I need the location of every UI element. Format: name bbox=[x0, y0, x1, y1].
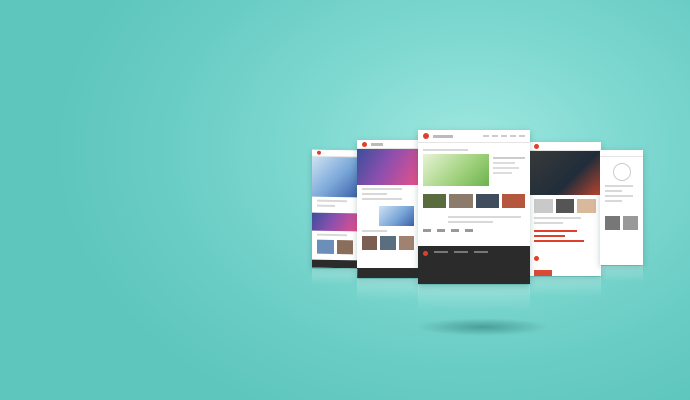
text-line bbox=[534, 222, 563, 224]
page-header bbox=[600, 150, 643, 157]
text-line bbox=[362, 188, 403, 190]
far-right-page-reflection bbox=[600, 266, 643, 282]
text-line bbox=[448, 221, 493, 223]
progress-bars bbox=[534, 230, 596, 242]
thumbnail-row bbox=[423, 194, 525, 208]
text-line bbox=[362, 198, 403, 200]
text-line bbox=[448, 216, 521, 218]
text-line bbox=[317, 199, 347, 203]
thumbnail-row bbox=[534, 199, 597, 213]
hero-image bbox=[423, 154, 489, 186]
footer-logo-icon bbox=[423, 251, 428, 256]
thumbnail-row bbox=[605, 216, 638, 230]
hero-row bbox=[423, 154, 525, 186]
website-mockup-scene bbox=[0, 0, 690, 400]
text-line bbox=[605, 190, 623, 192]
page-header bbox=[418, 130, 530, 143]
sidebar-list bbox=[493, 154, 525, 186]
promo-banner bbox=[312, 212, 358, 232]
far-left-page-reflection bbox=[312, 269, 358, 285]
logo-icon bbox=[317, 150, 321, 155]
logo-icon bbox=[534, 143, 539, 149]
far-left-page-mockup bbox=[312, 149, 358, 269]
text-line bbox=[317, 204, 336, 208]
hero-banner bbox=[357, 149, 419, 185]
left-page-mockup bbox=[357, 140, 419, 278]
text-line bbox=[605, 185, 633, 187]
hero-banner bbox=[529, 151, 601, 195]
feature-image bbox=[379, 206, 414, 226]
page-header bbox=[529, 142, 601, 151]
page-header bbox=[357, 140, 419, 149]
floor-shadow bbox=[415, 318, 550, 336]
promo-block bbox=[534, 270, 552, 276]
right-page-reflection bbox=[529, 277, 601, 297]
logo-icon bbox=[362, 141, 367, 147]
text-line bbox=[317, 233, 347, 237]
profile-circle bbox=[612, 163, 631, 181]
logo-icon bbox=[423, 133, 429, 139]
text-line bbox=[534, 217, 581, 219]
thumbnail-row bbox=[317, 239, 353, 255]
center-page-mockup bbox=[418, 130, 530, 284]
text-line bbox=[362, 193, 387, 195]
text-line bbox=[423, 149, 468, 151]
left-page-reflection bbox=[357, 279, 419, 301]
right-page-mockup bbox=[529, 142, 601, 276]
logo-text bbox=[371, 142, 383, 146]
text-line bbox=[605, 200, 623, 202]
page-footer bbox=[357, 268, 419, 278]
thumbnail-row bbox=[362, 236, 414, 250]
nav-menu bbox=[483, 135, 525, 137]
text-line bbox=[362, 230, 387, 232]
center-page-reflection bbox=[418, 285, 530, 311]
red-marker bbox=[534, 248, 596, 266]
far-right-page-mockup bbox=[600, 150, 643, 265]
page-footer bbox=[312, 259, 358, 269]
text-line bbox=[605, 195, 633, 197]
logo-text bbox=[433, 134, 453, 138]
page-footer bbox=[418, 246, 530, 284]
feature-icons bbox=[423, 229, 525, 232]
hero-banner bbox=[312, 156, 358, 198]
